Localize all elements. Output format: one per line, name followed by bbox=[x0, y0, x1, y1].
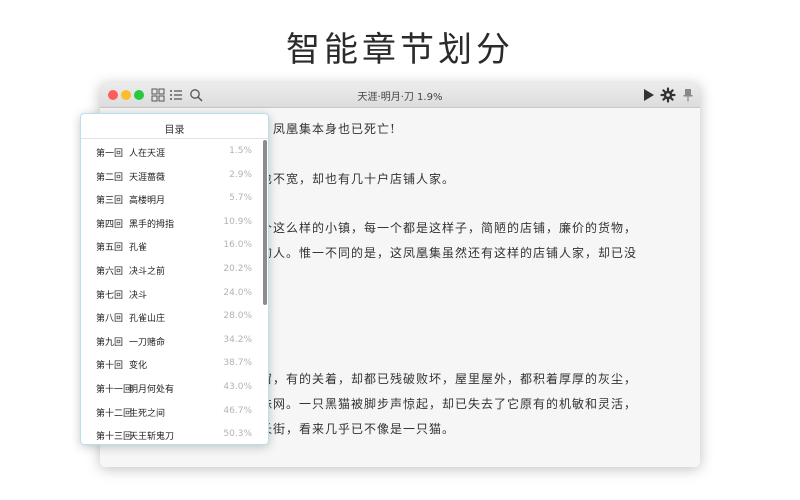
chapter-number: 第十回 bbox=[96, 361, 124, 372]
chapter-name: 明月何处有 bbox=[129, 384, 175, 395]
chapter-percent: 43.0% bbox=[223, 381, 252, 392]
chapter-percent: 2.9% bbox=[229, 169, 252, 180]
chapter-percent: 1.5% bbox=[229, 146, 252, 156]
chapter-percent: 28.0% bbox=[223, 311, 252, 322]
chapter-number: 第六回 bbox=[96, 266, 124, 277]
toc-item[interactable]: 第七回 决斗 24.0% bbox=[81, 280, 268, 304]
chapter-name: 孔雀 bbox=[129, 243, 148, 254]
chapter-name: 天涯蔷薇 bbox=[129, 172, 166, 183]
chapter-number: 第十一回 bbox=[96, 384, 133, 395]
chapter-number: 第三回 bbox=[96, 196, 124, 207]
chapter-percent: 46.7% bbox=[223, 405, 252, 416]
reader-line: 窗，有的关着，却都已残破败坏，屋里屋外，都积着厚厚的灰尘， bbox=[260, 372, 638, 386]
toc-item[interactable]: 第四回 黑手的拇指 10.9% bbox=[81, 209, 268, 233]
chapter-name: 决斗 bbox=[129, 290, 148, 301]
chapter-name: 天王斩鬼刀 bbox=[129, 432, 175, 443]
toc-scrollbar[interactable] bbox=[263, 140, 267, 305]
toc-item[interactable]: 第三回 高楼明月 5.7% bbox=[81, 185, 268, 209]
toc-title: 目录 bbox=[164, 125, 185, 136]
chapter-number: 第五回 bbox=[96, 243, 124, 254]
chapter-name: 人在天涯 bbox=[129, 149, 166, 159]
toc-item[interactable]: 第八回 孔雀山庄 28.0% bbox=[81, 303, 268, 327]
pin-icon[interactable] bbox=[680, 87, 696, 103]
toc-item[interactable]: 第二回 天涯蔷薇 2.9% bbox=[81, 162, 268, 186]
title-bar: 天涯·明月·刀 1.9% bbox=[100, 83, 700, 108]
toc-list: 第一回 人在天涯 1.5% 第二回 天涯蔷薇 2.9% 第三回 高楼明月 5.7% 第四回黑… bbox=[81, 138, 268, 444]
gear-icon[interactable] bbox=[660, 87, 676, 103]
toc-item[interactable]: 第一回 人在天涯 1.5% bbox=[81, 138, 268, 162]
toc-item[interactable]: 第十回 变化 38.7% bbox=[81, 350, 268, 374]
toc-item[interactable]: 第十一回 明月何处有 43.0% bbox=[81, 374, 268, 398]
chapter-name: 高楼明月 bbox=[129, 196, 166, 207]
chapter-number: 第一回 bbox=[96, 149, 124, 159]
chapter-name: 变化 bbox=[129, 361, 148, 372]
reader-line: 长街，看来几乎已不像是一只猫。 bbox=[260, 422, 456, 436]
toc-popover: 目录 第一回 人在天涯 1.5% 第二回 天涯蔷薇 2.9% 第三回 高楼明月 5.7% 第… bbox=[80, 113, 269, 445]
chapter-percent: 10.9% bbox=[223, 216, 252, 227]
chapter-name: 一刀赌命 bbox=[129, 337, 166, 348]
chapter-percent: 16.0% bbox=[223, 240, 252, 251]
chapter-number: 第八回 bbox=[96, 314, 124, 325]
chapter-name: 孔雀山庄 bbox=[129, 314, 166, 325]
toc-item[interactable]: 第十三回 天王斩鬼刀 50.3% bbox=[81, 421, 268, 444]
chapter-percent: 34.2% bbox=[223, 334, 252, 345]
window-title: 天涯·明月·刀 1.9% bbox=[357, 92, 443, 103]
reader-line: 个这么样的小镇，每一个都是这样子，简陋的店铺，廉价的货物， bbox=[260, 221, 638, 235]
reader-line: ，凤凰集本身也已死亡! bbox=[260, 122, 396, 136]
toc-item[interactable]: 第十二回 生死之间 46.7% bbox=[81, 398, 268, 422]
chapter-number: 第七回 bbox=[96, 290, 124, 301]
chapter-number: 第十二回 bbox=[96, 408, 133, 419]
chapter-name: 黑手的拇指 bbox=[129, 219, 175, 230]
chapter-name: 生死之间 bbox=[129, 408, 166, 419]
chapter-percent: 20.2% bbox=[223, 263, 252, 274]
reader-line: 蛛网。一只黑猫被脚步声惊起，却已失去了它原有的机敏和灵活， bbox=[260, 397, 638, 411]
chapter-number: 第九回 bbox=[96, 337, 124, 348]
play-icon[interactable] bbox=[640, 87, 656, 103]
headline: 智能章节划分 bbox=[286, 30, 514, 70]
toc-item[interactable]: 第九回 一刀赌命 34.2% bbox=[81, 327, 268, 351]
chapter-percent: 38.7% bbox=[223, 358, 252, 369]
reader-line: 的人。惟一不同的是，这凤凰集虽然还有这样的店铺人家，却已没 bbox=[260, 246, 638, 260]
chapter-percent: 50.3% bbox=[223, 429, 252, 440]
chapter-name: 决斗之前 bbox=[129, 266, 166, 277]
toc-item[interactable]: 第六回 决斗之前 20.2% bbox=[81, 256, 268, 280]
reader-line: 也不宽，却也有几十户店铺人家。 bbox=[260, 172, 456, 186]
toc-item[interactable]: 第五回 孔雀 16.0% bbox=[81, 232, 268, 256]
chapter-percent: 5.7% bbox=[229, 193, 252, 204]
chapter-number: 第二回 bbox=[96, 172, 124, 183]
chapter-number: 第十三回 bbox=[96, 432, 133, 443]
chapter-percent: 24.0% bbox=[223, 287, 252, 298]
chapter-number: 第四回 bbox=[96, 219, 124, 230]
